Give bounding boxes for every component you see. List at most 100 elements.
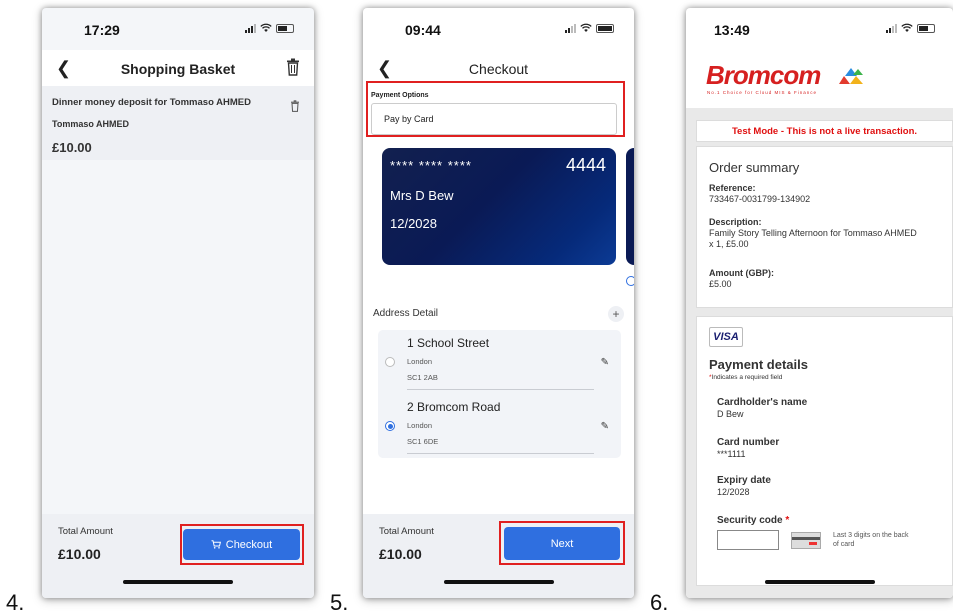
address-town: London [407,357,433,366]
description-value: Family Story Telling Afternoon for Tomma… [709,228,917,249]
security-code-input[interactable] [717,530,779,550]
status-time: 09:44 [405,22,441,38]
expiry-value: 12/2028 [717,487,750,497]
step-number-5: 5. [330,590,349,612]
status-icons [886,23,935,33]
wifi-icon [901,23,913,32]
address-postcode: SC1 2AB [407,373,438,382]
wifi-icon [580,23,592,32]
page-title: Shopping Basket [120,61,236,77]
test-mode-banner: Test Mode - This is not a live transacti… [696,120,953,142]
required-note-text: Indicates a required field [711,374,783,381]
reference-value: 733467-0031799-134902 [709,194,811,204]
highlight-payment-options [366,81,625,137]
reference-label: Reference: [709,183,756,193]
remove-item-icon[interactable] [290,100,300,112]
security-code-label: Security code * [717,515,789,526]
basket-footer: Total Amount £10.00 Checkout [42,514,314,598]
address-list: 1 School Street London SC1 2AB ✎ 2 Bromc… [378,330,621,458]
status-bar: 13:49 [686,8,953,50]
expiry-field: Expiry date 12/2028 [717,475,771,498]
security-hint: Last 3 digits on the back of card [833,532,909,548]
saved-card[interactable]: **** **** **** 4444 Mrs D Bew 12/2028 [382,148,616,265]
bromcom-logo: Bromcom [706,60,821,90]
battery-icon [917,23,935,33]
card-expiry: 12/2028 [390,216,437,231]
card-back-icon [791,532,821,549]
checkout-footer: Total Amount £10.00 Next [363,514,634,598]
checkout-screen: 09:44 ❮ Checkout Payment Options Pay by … [363,8,634,598]
trash-icon[interactable] [286,58,300,76]
next-card-peek[interactable] [626,148,634,265]
stage: 17:29 ❮ Shopping Basket Dinner money dep… [0,0,953,612]
address-postcode: SC1 6DE [407,437,439,446]
total-label: Total Amount [379,526,434,537]
payment-gateway-screen: 13:49 Bromcom No.1 Choice for Cloud MIS … [686,8,953,598]
add-address-button[interactable]: + [608,306,624,322]
card-number-value: ***1111 [717,449,746,459]
page-title: Checkout [468,61,529,77]
divider [407,389,594,390]
address-radio[interactable] [385,357,395,367]
cloud-logo-icon [839,68,863,84]
item-description: Dinner money deposit for Tommaso AHMED [52,97,251,108]
address-option[interactable]: 2 Bromcom Road London SC1 6DE ✎ [378,394,621,454]
basket-item: Dinner money deposit for Tommaso AHMED T… [42,86,314,160]
security-required-marker: * [785,515,790,526]
highlight-next [499,521,625,565]
signal-icon [886,23,897,33]
step-number-4: 4. [6,590,25,612]
card-holder: Mrs D Bew [390,188,454,203]
home-indicator [764,580,875,584]
address-line1: 2 Bromcom Road [407,400,501,414]
cardholder-label: Cardholder's name [717,397,808,408]
carousel-indicator [626,276,634,286]
total-label: Total Amount [58,526,113,537]
cardholder-value: D Bew [717,409,744,419]
status-bar: 09:44 [363,8,634,50]
order-summary-title: Order summary [709,160,800,175]
battery-icon [596,23,614,33]
visa-logo: VISA [709,327,743,347]
highlight-checkout [180,524,304,565]
logo-tagline: No.1 Choice for Cloud MIS & Finance [707,90,818,95]
address-radio-selected[interactable] [385,421,395,431]
wifi-icon [260,23,272,32]
address-option[interactable]: 1 School Street London SC1 2AB ✎ [378,330,621,390]
edit-pencil-icon[interactable]: ✎ [601,421,609,432]
step-number-6: 6. [650,590,669,612]
home-indicator [123,580,233,584]
status-icons [565,23,614,33]
amount-value: £5.00 [709,279,732,289]
card-number-label: Card number [717,437,780,448]
signal-icon [565,23,576,33]
edit-pencil-icon[interactable]: ✎ [601,357,609,368]
status-icons [245,23,294,33]
expiry-label: Expiry date [717,475,771,486]
order-summary-panel: Order summary Reference: 733467-0031799-… [696,146,953,308]
divider [407,453,594,454]
item-price: £10.00 [52,140,92,155]
security-code-text: Security code [717,515,783,526]
battery-icon [276,23,294,33]
status-bar: 17:29 [42,8,314,50]
address-detail-label: Address Detail [373,308,439,319]
amount-label: Amount (GBP): [709,268,774,278]
card-number-field: Card number ***1111 [717,437,779,460]
address-line1: 1 School Street [407,336,490,350]
payment-details-title: Payment details [709,357,808,372]
home-indicator [443,580,554,584]
card-last4: 4444 [565,155,606,175]
item-pupil: Tommaso AHMED [52,119,130,129]
header-bar: ❮ Shopping Basket [42,50,314,86]
card-masked-digits: **** **** **** [390,158,472,173]
reference-field: Reference: 733467-0031799-134902 [709,183,810,205]
amount-field: Amount (GBP): £5.00 [709,268,774,290]
description-label: Description: [709,217,762,227]
payment-details-panel: VISA Payment details * Indicates a requir… [696,316,953,586]
shopping-basket-screen: 17:29 ❮ Shopping Basket Dinner money dep… [42,8,314,598]
signal-icon [245,23,256,33]
cardholder-field: Cardholder's name D Bew [717,397,807,420]
address-town: London [407,421,433,430]
status-time: 13:49 [714,22,750,38]
